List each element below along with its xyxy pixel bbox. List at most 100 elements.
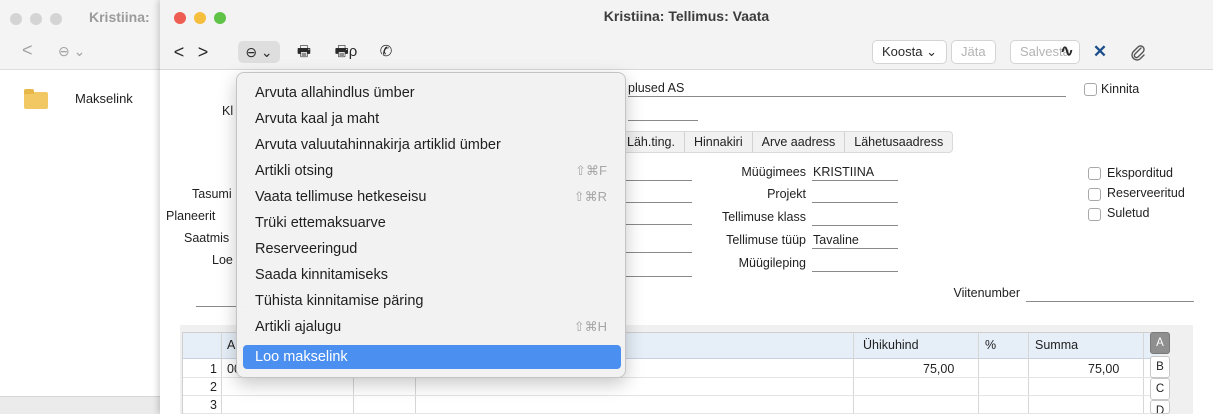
column-divider (1143, 333, 1144, 414)
print-preview-icon[interactable]: 🖶ρ (330, 41, 362, 63)
menu-item-label: Arvuta kaal ja maht (255, 111, 380, 127)
column-header-a[interactable]: A (227, 338, 235, 352)
menu-item-label: Reserveeringud (255, 241, 358, 257)
exported-checkbox[interactable] (1088, 167, 1101, 180)
salesperson-value[interactable]: KRISTIINA (813, 165, 874, 179)
menu-item-reservations[interactable]: Reserveeringud (243, 237, 621, 261)
bg-zoom-light[interactable] (50, 13, 62, 25)
background-window-title: Kristiina: (89, 9, 150, 25)
order-type-value[interactable]: Tavaline (813, 233, 859, 247)
phone-icon[interactable]: ✆ (376, 41, 396, 63)
row-sum[interactable]: 75,00 (1088, 362, 1119, 376)
column-divider (1028, 333, 1029, 414)
customer-underline (628, 96, 1066, 97)
compose-button[interactable]: Koosta ⌄ (872, 40, 947, 64)
menu-item-cancel-confirmation-request[interactable]: Tühista kinnitamise päring (243, 289, 621, 313)
closed-label: Suletud (1107, 206, 1150, 220)
sales-contract-field[interactable] (812, 271, 898, 272)
background-statusbar (0, 396, 170, 414)
discard-button[interactable]: Jäta (951, 40, 996, 64)
menu-item-label: Loo makselink (255, 349, 348, 365)
menu-item-label: Tühista kinnitamise päring (255, 293, 424, 309)
background-list: Makselink (0, 70, 170, 414)
field-underline (626, 276, 692, 277)
tab-price-list[interactable]: Hinnakiri (685, 132, 753, 152)
column-divider (221, 333, 222, 414)
window-title: Kristiina: Tellimus: Vaata (603, 8, 770, 24)
row-unit-price[interactable]: 75,00 (923, 362, 954, 376)
row-divider (183, 395, 1160, 396)
folder-icon (24, 89, 48, 109)
row-number: 1 (210, 362, 217, 376)
more-actions-menu: Arvuta allahindlus ümber Arvuta kaal ja … (236, 72, 626, 378)
menu-item-print-prepayment-invoice[interactable]: Trüki ettemaksuarve (243, 211, 621, 235)
field-underline (626, 252, 692, 253)
menu-item-recalculate-currency-items[interactable]: Arvuta valuutahinnakirja artiklid ümber (243, 133, 621, 157)
column-header-unit-price[interactable]: Ühikuhind (863, 338, 919, 352)
column-divider (978, 333, 979, 414)
order-type-label: Tellimuse tüüp (726, 233, 806, 247)
menu-item-order-status[interactable]: Vaata tellimuse hetkeseisu ⇧⌘R (243, 185, 621, 209)
closed-checkbox[interactable] (1088, 208, 1101, 221)
reserved-label: Reserveeritud (1107, 186, 1185, 200)
more-actions-button[interactable]: ⊖ ⌄ (238, 41, 280, 63)
menu-item-create-payment-link[interactable]: Loo makselink (243, 345, 621, 369)
back-button[interactable]: < (172, 41, 186, 63)
menu-item-label: Arvuta allahindlus ümber (255, 85, 415, 101)
menu-item-label: Saada kinnitamiseks (255, 267, 388, 283)
activity-icon[interactable]: ∿ (1055, 41, 1079, 63)
menu-item-shortcut: ⇧⌘H (573, 319, 607, 334)
attachment-icon[interactable] (1126, 41, 1150, 63)
column-set-d[interactable]: D (1150, 400, 1170, 414)
menu-item-send-for-confirmation[interactable]: Saada kinnitamiseks (243, 263, 621, 287)
menu-item-shortcut: ⇧⌘R (573, 189, 607, 204)
tab-delivery-address[interactable]: Lähetusaadress (845, 132, 952, 152)
kl-label: Kl (222, 104, 234, 118)
planned-label: Planeerit (166, 209, 216, 223)
column-set-a[interactable]: A (1150, 332, 1170, 354)
menu-item-item-history[interactable]: Artikli ajalugu ⇧⌘H (243, 315, 621, 339)
menu-item-item-search[interactable]: Artikli otsing ⇧⌘F (243, 159, 621, 183)
menu-item-shortcut: ⇧⌘F (575, 163, 607, 178)
reserved-checkbox[interactable] (1088, 188, 1101, 201)
column-set-c[interactable]: C (1150, 378, 1170, 400)
menu-item-label: Arvuta valuutahinnakirja artiklid ümber (255, 137, 501, 153)
reference-label: Viitenumber (953, 286, 1020, 300)
payment-label: Tasumi (192, 187, 232, 201)
order-class-label: Tellimuse klass (721, 210, 806, 224)
print-icon[interactable]: 🖶 (294, 41, 314, 63)
delivery-label: Saatmis (184, 231, 230, 245)
menu-item-label: Artikli otsing (255, 163, 334, 179)
column-set-b[interactable]: B (1150, 356, 1170, 378)
detail-tabs: Läh.ting. Hinnakiri Arve aadress Lähetus… (617, 131, 954, 153)
bg-close-light[interactable] (10, 13, 22, 25)
reference-field[interactable] (1026, 301, 1194, 302)
confirm-label: Kinnita (1101, 82, 1140, 96)
field-underline (628, 120, 698, 121)
menu-item-recalculate-discount[interactable]: Arvuta allahindlus ümber (243, 81, 621, 105)
toolbar: < > ⊖ ⌄ 🖶 🖶ρ ✆ Koosta ⌄ Jäta Salvesta ∿ … (160, 36, 1213, 70)
customer-name[interactable]: plused AS (628, 81, 684, 95)
sales-contract-label: Müügileping (738, 256, 806, 270)
bg-back-icon[interactable]: < (22, 40, 33, 61)
project-field[interactable] (812, 202, 898, 203)
bg-more-icon[interactable]: ⊖ ⌄ (58, 43, 85, 60)
field-underline (626, 224, 692, 225)
confirm-checkbox[interactable] (1084, 83, 1097, 96)
order-class-field[interactable] (812, 225, 898, 226)
tab-delivery-terms[interactable]: Läh.ting. (618, 132, 685, 152)
exported-label: Eksporditud (1107, 166, 1174, 180)
salesperson-label: Müügimees (741, 165, 806, 179)
titlebar: Kristiina: Tellimus: Vaata (160, 0, 1213, 36)
menu-item-calculate-weight-volume[interactable]: Arvuta kaal ja maht (243, 107, 621, 131)
column-header-sum[interactable]: Summa (1035, 338, 1078, 352)
salesperson-underline (812, 180, 898, 181)
column-header-percent[interactable]: % (985, 338, 996, 352)
forward-button[interactable]: > (196, 41, 210, 63)
bg-minimize-light[interactable] (30, 13, 42, 25)
column-divider (853, 333, 854, 414)
expand-icon[interactable]: ✕ (1088, 41, 1112, 63)
row-number: 3 (210, 398, 217, 412)
tab-invoice-address[interactable]: Arve aadress (753, 132, 846, 152)
field-underline (626, 180, 692, 181)
